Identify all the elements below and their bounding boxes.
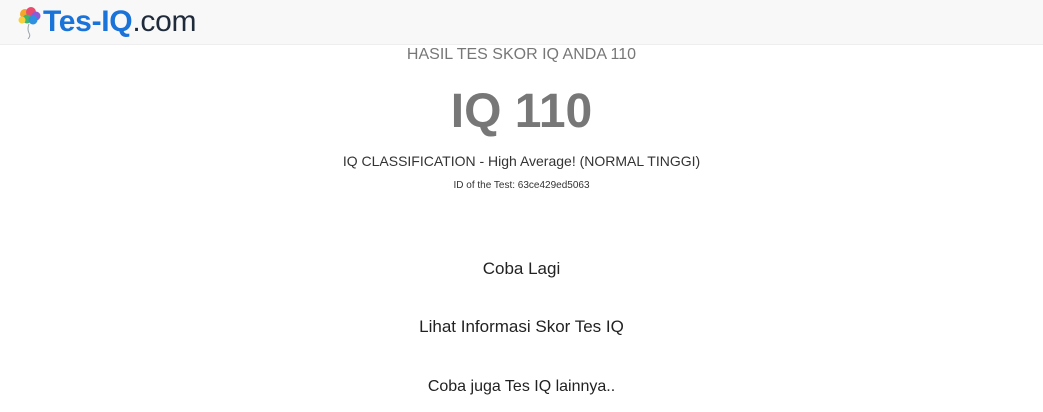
site-logo[interactable]: Tes-IQ.com [16, 2, 196, 42]
logo-brand: Tes-IQ [43, 5, 133, 38]
logo-text: Tes-IQ.com [43, 5, 196, 39]
logo-tld: .com [132, 5, 197, 38]
score-info-link-label[interactable]: Lihat Informasi Skor Tes IQ [419, 317, 624, 336]
iq-classification: IQ CLASSIFICATION - High Average! (NORMA… [342, 153, 701, 169]
retry-link[interactable]: Coba Lagi [0, 257, 1043, 281]
iq-score: IQ 110 [450, 85, 593, 138]
result-heading: HASIL TES SKOR IQ ANDA 110 [406, 46, 637, 63]
brain-icon [18, 7, 41, 39]
test-id: ID of the Test: 63ce429ed5063 [453, 180, 590, 191]
score-info-link[interactable]: Lihat Informasi Skor Tes IQ [0, 315, 1043, 339]
other-tests-link[interactable]: Coba juga Tes IQ lainnya.. [0, 375, 1043, 399]
other-tests-link-label[interactable]: Coba juga Tes IQ lainnya.. [428, 378, 615, 395]
site-header: Tes-IQ.com [0, 0, 1043, 45]
retry-link-label[interactable]: Coba Lagi [483, 259, 561, 278]
